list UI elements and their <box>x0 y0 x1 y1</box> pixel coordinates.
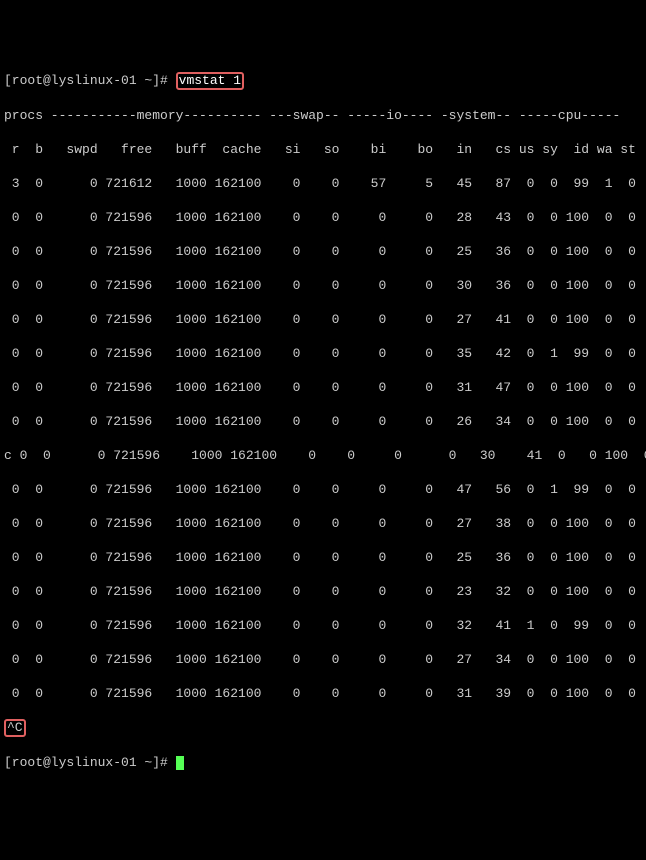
command-highlight: vmstat 1 <box>176 72 244 90</box>
vmstat-row: 0 0 0 721596 1000 162100 0 0 0 0 31 39 0… <box>4 685 642 702</box>
shell-prompt: [root@lyslinux-01 ~]# <box>4 755 168 770</box>
vmstat-header-cols: r b swpd free buff cache si so bi bo in … <box>4 141 642 158</box>
vmstat-row: 0 0 0 721596 1000 162100 0 0 0 0 23 32 0… <box>4 583 642 600</box>
interrupt-text: ^C <box>7 720 23 735</box>
interrupt-highlight: ^C <box>4 719 26 737</box>
vmstat-row: 0 0 0 721596 1000 162100 0 0 0 0 25 36 0… <box>4 243 642 260</box>
command-text: vmstat 1 <box>179 73 241 88</box>
vmstat-row: 0 0 0 721596 1000 162100 0 0 0 0 32 41 1… <box>4 617 642 634</box>
vmstat-row: 0 0 0 721596 1000 162100 0 0 0 0 30 36 0… <box>4 277 642 294</box>
interrupt-line: ^C <box>4 719 642 737</box>
vmstat-row: 0 0 0 721596 1000 162100 0 0 0 0 47 56 0… <box>4 481 642 498</box>
vmstat-header-groups: procs -----------memory---------- ---swa… <box>4 107 642 124</box>
vmstat-row: 3 0 0 721612 1000 162100 0 0 57 5 45 87 … <box>4 175 642 192</box>
prompt-line-2[interactable]: [root@lyslinux-01 ~]# <box>4 754 642 771</box>
vmstat-row: 0 0 0 721596 1000 162100 0 0 0 0 27 34 0… <box>4 651 642 668</box>
vmstat-row: 0 0 0 721596 1000 162100 0 0 0 0 27 41 0… <box>4 311 642 328</box>
shell-prompt: [root@lyslinux-01 ~]# <box>4 73 168 88</box>
vmstat-row: c 0 0 0 721596 1000 162100 0 0 0 0 30 41… <box>4 447 642 464</box>
cursor-block[interactable] <box>176 756 184 770</box>
vmstat-row: 0 0 0 721596 1000 162100 0 0 0 0 31 47 0… <box>4 379 642 396</box>
vmstat-row: 0 0 0 721596 1000 162100 0 0 0 0 26 34 0… <box>4 413 642 430</box>
vmstat-row: 0 0 0 721596 1000 162100 0 0 0 0 25 36 0… <box>4 549 642 566</box>
vmstat-row: 0 0 0 721596 1000 162100 0 0 0 0 28 43 0… <box>4 209 642 226</box>
vmstat-row: 0 0 0 721596 1000 162100 0 0 0 0 27 38 0… <box>4 515 642 532</box>
vmstat-row: 0 0 0 721596 1000 162100 0 0 0 0 35 42 0… <box>4 345 642 362</box>
prompt-line: [root@lyslinux-01 ~]# vmstat 1 <box>4 72 642 90</box>
